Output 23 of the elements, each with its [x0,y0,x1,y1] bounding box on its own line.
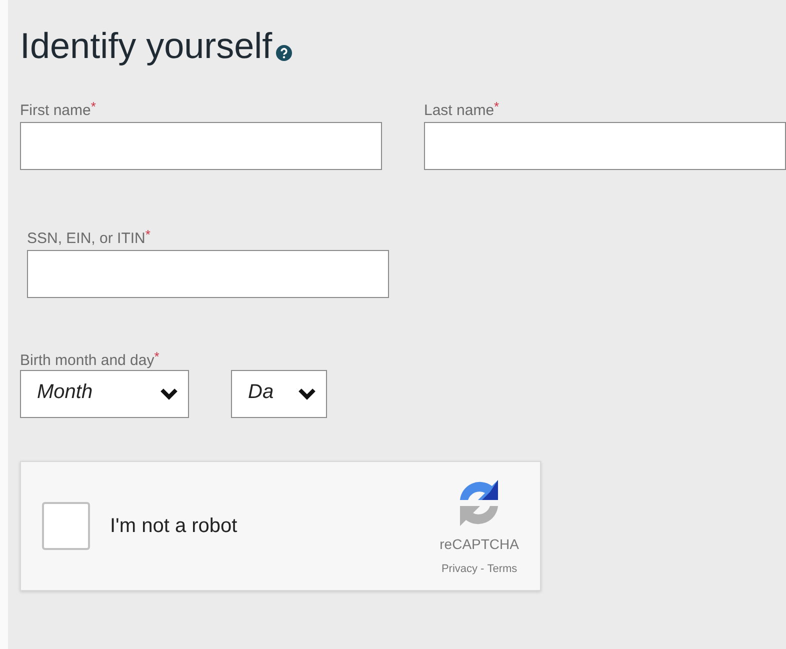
required-mark: * [154,350,160,363]
month-dropdown[interactable]: Month [20,370,189,418]
text-input[interactable] [20,122,382,170]
captcha-label: I'm not a robot [110,514,238,539]
chevron-down-icon [160,388,178,400]
field-label: Last name [424,101,494,121]
field-label: First name [20,101,91,121]
text-input[interactable] [424,122,786,170]
field-label: SSN, EIN, or ITIN [27,229,146,249]
footer-link[interactable]: Privacy [441,561,478,578]
chevron-down-icon [298,388,316,400]
day-dropdown[interactable]: Da [231,370,327,418]
recaptcha-brand: reCAPTCHA [440,535,519,554]
page-heading: Identify yourself [20,28,272,64]
required-mark: * [90,100,96,113]
field-label: Birth month and day [20,351,154,371]
captcha-checkbox[interactable] [42,502,90,550]
text-input[interactable] [27,250,389,298]
help-icon[interactable] [276,45,292,61]
footer-link[interactable]: Terms [487,561,518,578]
required-mark: * [494,100,500,113]
separator: - [480,562,484,578]
required-mark: * [145,228,150,241]
